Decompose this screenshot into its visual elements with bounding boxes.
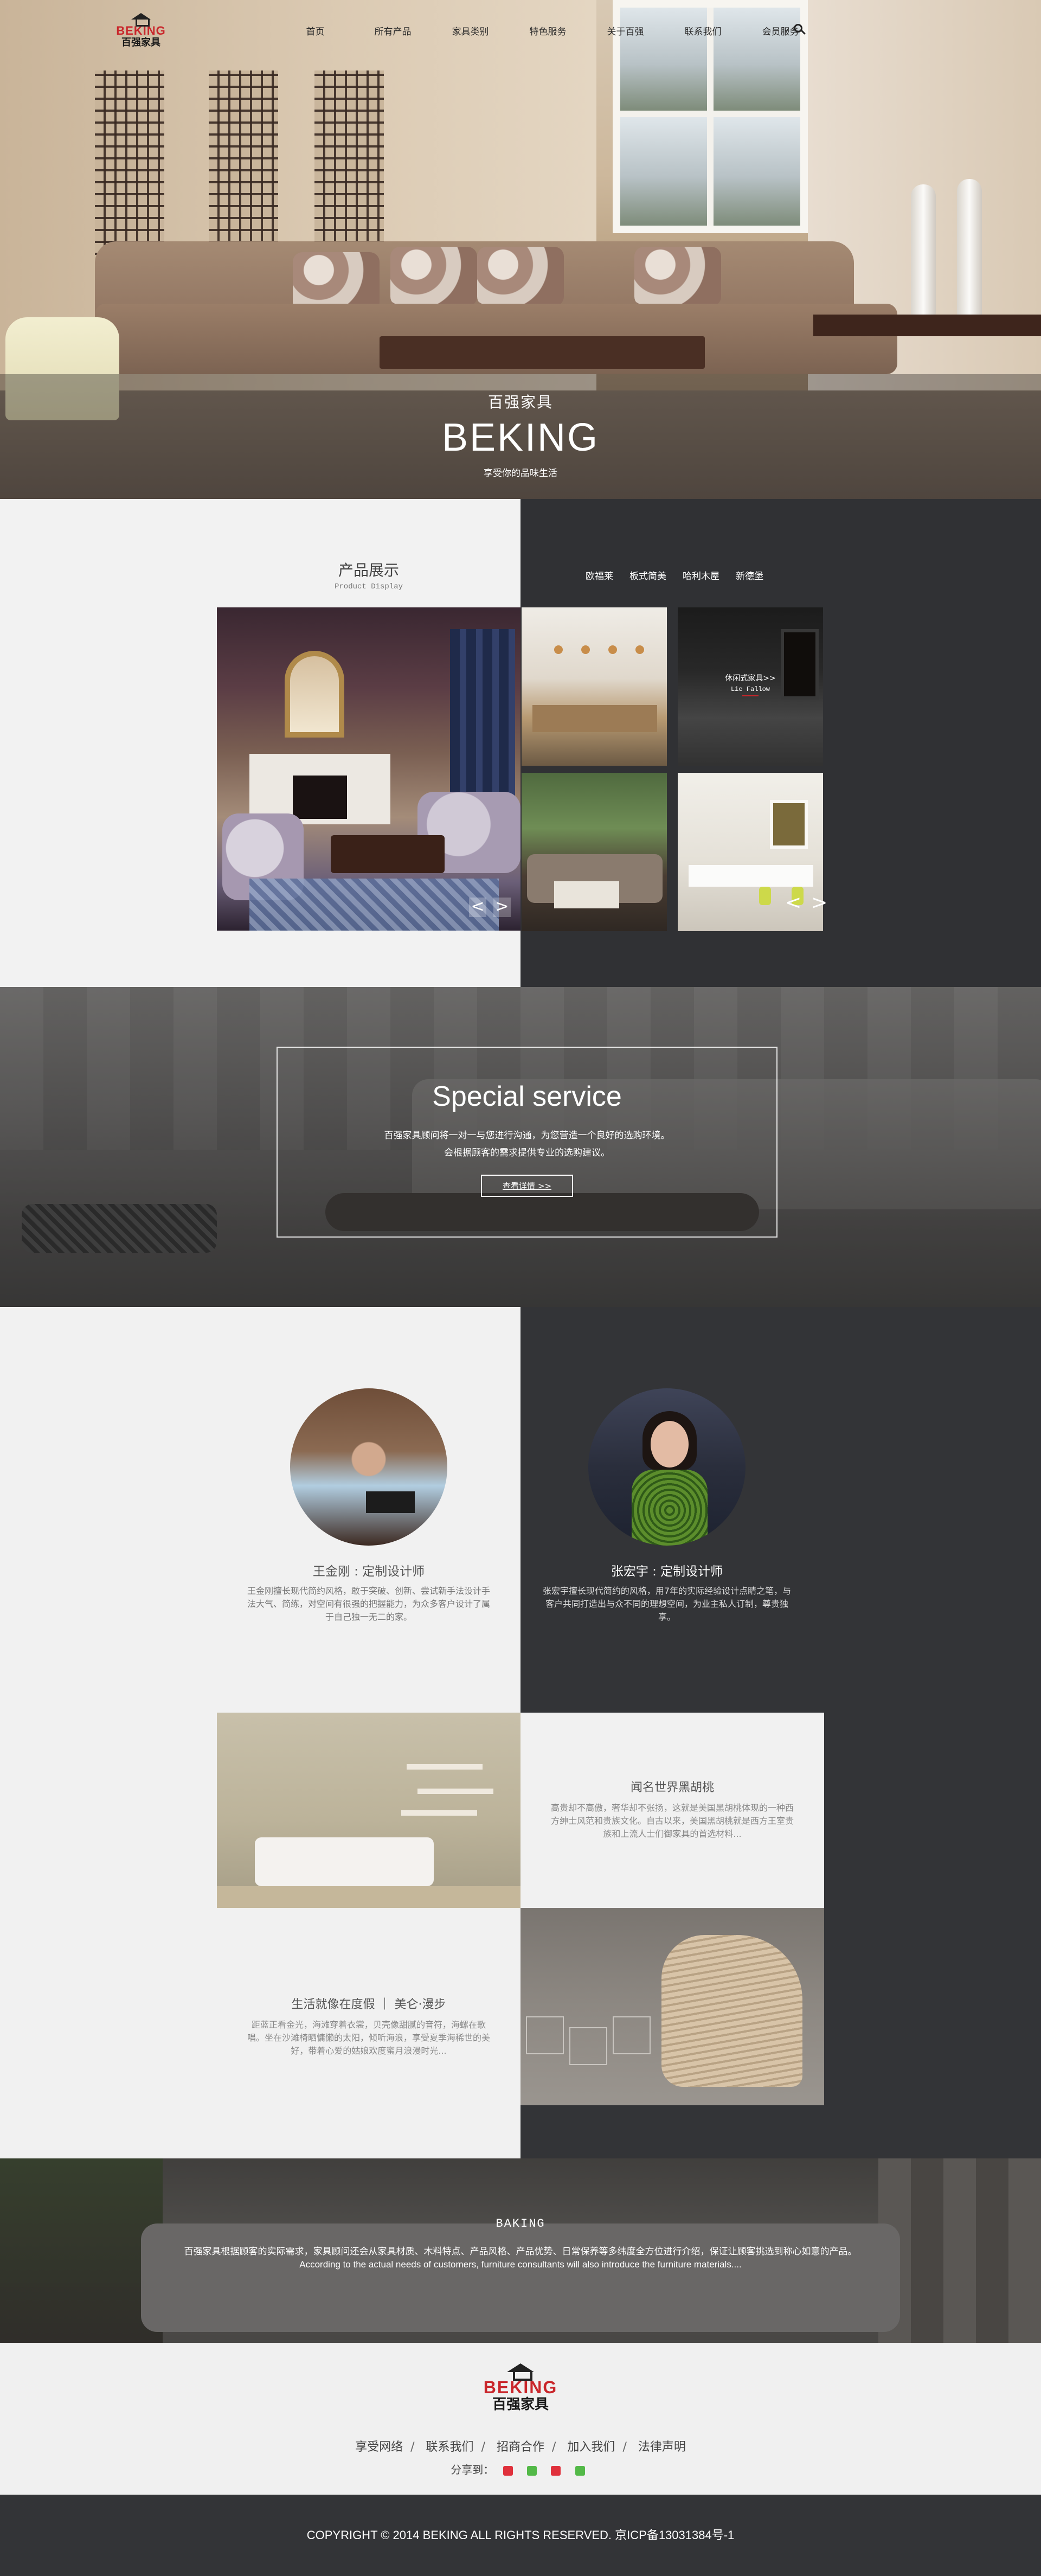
feature-image[interactable] bbox=[217, 1713, 520, 1908]
tag-item[interactable]: 欧福莱 bbox=[586, 568, 613, 582]
designers-section: 王金刚 : 定制设计师 王金刚擅长现代简约风格，敢于突破、创新、尝试新手法设计手… bbox=[0, 1307, 1041, 2158]
friends-icon[interactable] bbox=[575, 2465, 585, 2476]
designer-name: 王金刚 : 定制设计师 bbox=[312, 1565, 425, 1579]
chevron-right-icon[interactable]: > bbox=[811, 892, 827, 914]
coffee-table bbox=[380, 336, 705, 369]
nav-item-membership[interactable]: 会员服务 bbox=[742, 24, 819, 37]
nav-item-contact[interactable]: 联系我们 bbox=[664, 24, 742, 37]
footer: BEKING 百强家具 享受网络 / 联系我们 / 招商合作 / 加入我们 / 法律声明… bbox=[0, 2343, 1041, 2495]
chevron-left-icon[interactable]: < bbox=[785, 892, 801, 914]
footer-logo-zh: 百强家具 bbox=[492, 2396, 549, 2413]
designer-name: 张宏宇 : 定制设计师 bbox=[611, 1565, 723, 1579]
qzone-icon[interactable] bbox=[551, 2465, 561, 2476]
tag-item[interactable]: 板式简美 bbox=[629, 568, 666, 582]
footer-link[interactable]: 享受网络 bbox=[355, 2440, 403, 2454]
thumb-caption: 休闲式家具>> Lie Fallow bbox=[678, 672, 823, 696]
footer-logo[interactable]: BEKING 百强家具 bbox=[477, 2363, 564, 2418]
nav-item-services[interactable]: 特色服务 bbox=[509, 24, 587, 37]
caption-zh: 休闲式家具>> bbox=[725, 674, 776, 683]
feature-text: 闻名世界黑胡桃 高贵却不高傲，奢华却不张扬，这就是美国黑胡桃体现的一种西方绅士风… bbox=[520, 1713, 824, 1908]
about-text: BAKING 百强家具根据顾客的实际需求，家具顾问还会从家具材质、木料特点、产品… bbox=[0, 2217, 1041, 2270]
weibo-icon[interactable] bbox=[503, 2465, 513, 2476]
service-description: 百强家具顾问将一对一与您进行沟通，为您营造一个良好的选购环境。 会根据顾客的需求… bbox=[278, 1127, 776, 1162]
hero-brand: BEKING bbox=[441, 416, 600, 459]
view-details-button[interactable]: 查看详情 >> bbox=[481, 1175, 573, 1197]
logo[interactable]: BEKING 百强家具 bbox=[111, 13, 171, 52]
hero-subtitle: 百强家具 bbox=[487, 393, 553, 411]
about-description-zh: 百强家具根据顾客的实际需求，家具顾问还会从家具材质、木料特点、产品风格、产品优势… bbox=[184, 2246, 857, 2257]
feature-description: 高贵却不高傲，奢华却不张扬，这就是美国黑胡桃体现的一种西方绅士风范和贵族文化。自… bbox=[550, 1803, 794, 1839]
gallery-arrows: < > bbox=[785, 892, 827, 914]
avatar[interactable] bbox=[290, 1388, 447, 1546]
side-table bbox=[813, 315, 1041, 336]
feature-text: 生活就像在度假 ｜ 美仑·漫步 距蓝正看金光，海滩穿着衣裳，贝壳像甜腻的音符，海… bbox=[217, 1908, 520, 2105]
tag-item[interactable]: 哈利木屋 bbox=[683, 568, 719, 582]
designer-card: 王金刚 : 定制设计师 王金刚擅长现代简约风格，敢于突破、创新、尝试新手法设计手… bbox=[244, 1388, 493, 1624]
service-line: 会根据顾客的需求提供专业的选购建议。 bbox=[444, 1148, 610, 1158]
footer-link[interactable]: 法律声明 bbox=[638, 2440, 686, 2454]
section-title: 产品展示 Product Display bbox=[304, 559, 434, 591]
nav-item-home[interactable]: 首页 bbox=[277, 24, 354, 37]
section-title-en: Product Display bbox=[334, 582, 403, 591]
section-title-zh: 产品展示 bbox=[338, 561, 399, 579]
featured-product-image[interactable]: < > bbox=[217, 607, 520, 931]
hero-banner: BEKING 百强家具 首页 所有产品 家具类别 特色服务 关于百强 联系我们 … bbox=[0, 0, 1041, 499]
house-icon bbox=[130, 13, 152, 27]
search-icon[interactable] bbox=[793, 23, 807, 37]
designer-bio: 王金刚擅长现代简约风格，敢于突破、创新、尝试新手法设计手法大气、简练，对空间有很… bbox=[247, 1586, 490, 1622]
logo-zh: 百强家具 bbox=[121, 37, 160, 48]
tag-item[interactable]: 新德堡 bbox=[736, 568, 763, 582]
designer-card: 张宏宇 : 定制设计师 张宏宇擅长现代简约的风格，用7年的实际经验设计点睛之笔，… bbox=[542, 1388, 792, 1624]
hero-slogan: 享受你的品味生活 bbox=[484, 468, 557, 479]
top-nav: BEKING 百强家具 首页 所有产品 家具类别 特色服务 关于百强 联系我们 … bbox=[0, 0, 1041, 65]
designer-bio: 张宏宇擅长现代简约的风格，用7年的实际经验设计点睛之笔，与客户共同打造出与众不同… bbox=[542, 1586, 792, 1622]
about-section: BAKING 百强家具根据顾客的实际需求，家具顾问还会从家具材质、木料特点、产品… bbox=[0, 2158, 1041, 2343]
share-bar: 分享到： bbox=[0, 2461, 1041, 2477]
avatar[interactable] bbox=[588, 1388, 746, 1546]
nav-item-about[interactable]: 关于百强 bbox=[587, 24, 664, 37]
special-service-section: Special service 百强家具顾问将一对一与您进行沟通，为您营造一个良… bbox=[0, 987, 1041, 1307]
about-description-en: According to the actual needs of custome… bbox=[299, 2259, 742, 2270]
footer-link[interactable]: 加入我们 bbox=[567, 2440, 615, 2454]
caption-en: Lie Fallow bbox=[730, 685, 770, 693]
service-title: Special service bbox=[432, 1081, 622, 1112]
product-thumb[interactable] bbox=[522, 607, 667, 766]
logo-en: BEKING bbox=[116, 24, 166, 37]
share-label: 分享到： bbox=[451, 2463, 494, 2476]
chevron-left-icon[interactable]: < bbox=[469, 898, 486, 917]
about-title: BAKING bbox=[496, 2217, 545, 2231]
footer-link[interactable]: 招商合作 bbox=[497, 2440, 544, 2454]
feature-title: 闻名世界黑胡桃 bbox=[630, 1781, 714, 1795]
house-icon bbox=[505, 2363, 536, 2381]
main-menu: 首页 所有产品 家具类别 特色服务 关于百强 联系我们 会员服务 bbox=[277, 24, 819, 37]
service-line: 百强家具顾问将一对一与您进行沟通，为您营造一个良好的选购环境。 bbox=[384, 1130, 670, 1141]
footer-link[interactable]: 联系我们 bbox=[426, 2440, 474, 2454]
feature-image[interactable] bbox=[520, 1908, 824, 2105]
copyright: COPYRIGHT © 2014 BEKING ALL RIGHTS RESER… bbox=[0, 2495, 1041, 2576]
vase bbox=[957, 179, 982, 325]
hero-text: 百强家具 BEKING 享受你的品味生活 bbox=[0, 390, 1041, 479]
feature-description: 距蓝正看金光，海滩穿着衣裳，贝壳像甜腻的音符，海螺在歌唱。坐在沙滩椅晒慵懒的太阳… bbox=[247, 2020, 490, 2056]
chevron-right-icon[interactable]: > bbox=[493, 898, 511, 917]
product-thumb[interactable] bbox=[522, 773, 667, 931]
category-tags: 欧福莱 板式简美 哈利木屋 新德堡 bbox=[586, 568, 763, 582]
feature-title: 生活就像在度假 ｜ 美仑·漫步 bbox=[291, 1998, 446, 2011]
wechat-icon[interactable] bbox=[527, 2465, 537, 2476]
product-thumb-active[interactable]: 休闲式家具>> Lie Fallow bbox=[678, 607, 823, 766]
service-box: Special service 百强家具顾问将一对一与您进行沟通，为您营造一个良… bbox=[277, 1047, 777, 1238]
nav-item-all-products[interactable]: 所有产品 bbox=[354, 24, 432, 37]
nav-item-categories[interactable]: 家具类别 bbox=[432, 24, 509, 37]
footer-logo-en: BEKING bbox=[483, 2378, 558, 2397]
product-section: 产品展示 Product Display 欧福莱 板式简美 哈利木屋 新德堡 <… bbox=[0, 499, 1041, 987]
footer-links: 享受网络 / 联系我们 / 招商合作 / 加入我们 / 法律声明 bbox=[355, 2440, 686, 2454]
vase bbox=[911, 184, 936, 320]
